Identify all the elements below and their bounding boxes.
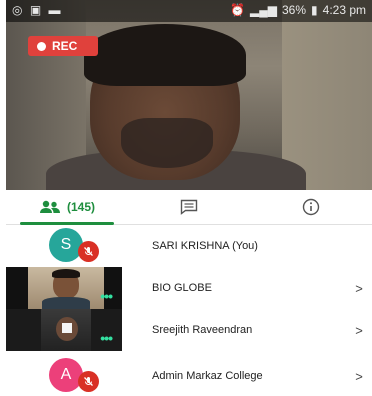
chevron-right-icon[interactable]: >	[346, 281, 372, 296]
alarm-icon: ⏰	[230, 3, 246, 17]
chevron-right-icon[interactable]: >	[346, 369, 372, 384]
participant-name: SARI KRISHNA (You)	[152, 240, 258, 252]
speaking-indicator-icon: •••	[100, 288, 113, 304]
status-bar: ◎ ▣ ▬ ⏰ ▂▄▆ 36% ▮ 4:23 pm	[6, 0, 372, 22]
image-icon: ▣	[29, 3, 44, 17]
mic-off-icon	[78, 371, 99, 392]
message-icon: ▬	[48, 3, 63, 17]
avatar: A	[49, 358, 83, 392]
tab-info[interactable]	[250, 190, 372, 224]
speaking-indicator-icon: •••	[100, 330, 113, 346]
tab-bar: (145)	[6, 190, 372, 225]
speaker-hair	[84, 24, 246, 86]
avatar: S	[49, 228, 83, 262]
clock: 4:23 pm	[322, 3, 366, 17]
battery-percent: 36%	[282, 3, 307, 17]
speaker-beard	[121, 118, 213, 168]
mic-off-icon	[78, 241, 99, 262]
whatsapp-icon: ◎	[12, 3, 25, 17]
tab-chat[interactable]	[128, 190, 250, 224]
participant-list: S SARI KRISHNA (You) ••• BIO GLOBE > •••…	[6, 225, 372, 396]
participant-video-tile[interactable]: •••	[6, 309, 122, 351]
tab-participants[interactable]: (145)	[6, 190, 128, 225]
participant-video-tile[interactable]: •••	[6, 267, 122, 309]
participant-name: Admin Markaz College	[152, 370, 263, 382]
participant-name: Sreejith Raveendran	[152, 324, 253, 336]
participant-row-sari-krishna[interactable]: S SARI KRISHNA (You)	[6, 225, 372, 267]
chat-icon	[180, 199, 198, 215]
signal-icon: ▂▄▆	[250, 3, 277, 17]
people-icon	[39, 200, 60, 213]
recording-label: REC	[52, 39, 78, 53]
battery-icon: ▮	[311, 3, 318, 17]
participant-count: (145)	[66, 200, 95, 214]
recording-badge: REC	[28, 36, 98, 56]
participant-row-bio-globe[interactable]: ••• BIO GLOBE >	[6, 267, 372, 309]
system-status: ⏰ ▂▄▆ 36% ▮ 4:23 pm	[230, 3, 366, 17]
info-icon	[302, 198, 320, 216]
record-dot-icon	[37, 41, 46, 51]
meeting-screen: ◎ ▣ ▬ ⏰ ▂▄▆ 36% ▮ 4:23 pm REC (145) S SA…	[6, 0, 372, 396]
participant-tile: A	[6, 355, 122, 396]
participant-row-admin-markaz-college[interactable]: A Admin Markaz College >	[6, 355, 372, 396]
participant-tile: S	[6, 225, 122, 267]
chevron-right-icon[interactable]: >	[346, 323, 372, 338]
participant-row-sreejith-raveendran[interactable]: ••• Sreejith Raveendran >	[6, 309, 372, 351]
main-video-feed[interactable]: ◎ ▣ ▬ ⏰ ▂▄▆ 36% ▮ 4:23 pm REC	[6, 0, 372, 190]
participant-name: BIO GLOBE	[152, 282, 212, 294]
notification-icons: ◎ ▣ ▬	[12, 3, 63, 17]
